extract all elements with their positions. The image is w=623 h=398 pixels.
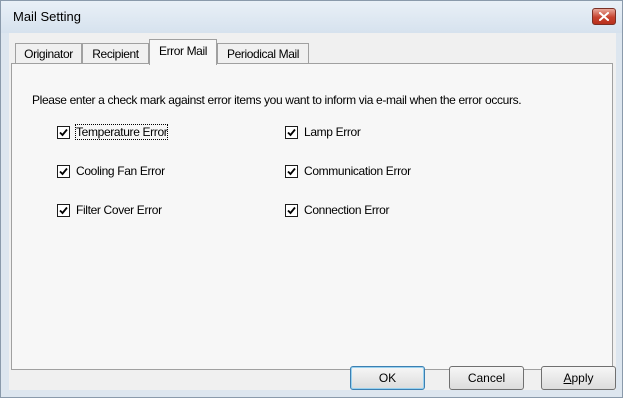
checkbox-box[interactable] <box>285 204 298 217</box>
checkbox-label: Connection Error <box>304 203 390 217</box>
cancel-button[interactable]: Cancel <box>449 366 524 390</box>
close-x-icon <box>599 12 609 21</box>
checkbox-box[interactable] <box>285 126 298 139</box>
title-bar[interactable]: Mail Setting <box>1 1 622 33</box>
checkmark-icon <box>59 128 68 137</box>
dialog-client-area: Originator Recipient Error Mail Periodic… <box>9 33 616 390</box>
tab-strip: Originator Recipient Error Mail Periodic… <box>9 39 616 65</box>
instruction-text: Please enter a check mark against error … <box>32 93 522 107</box>
tab-label: Recipient <box>92 47 139 61</box>
apply-button[interactable]: Apply <box>541 366 616 390</box>
checkbox-box[interactable] <box>57 126 70 139</box>
checkbox-label: Filter Cover Error <box>76 203 162 217</box>
tab-periodical-mail[interactable]: Periodical Mail <box>217 43 309 64</box>
window-title: Mail Setting <box>13 9 81 24</box>
checkmark-icon <box>287 128 296 137</box>
tab-originator[interactable]: Originator <box>15 43 82 64</box>
tab-label: Periodical Mail <box>226 47 300 61</box>
checkbox-label: Communication Error <box>304 164 411 178</box>
checkbox-box[interactable] <box>285 165 298 178</box>
ok-button[interactable]: OK <box>350 366 425 390</box>
checkbox-label: Temperature Error <box>74 124 169 140</box>
checkmark-icon <box>59 167 68 176</box>
apply-label: pply <box>571 371 594 385</box>
checkbox-box[interactable] <box>57 204 70 217</box>
close-button[interactable] <box>592 8 616 25</box>
checkbox-label: Cooling Fan Error <box>76 164 165 178</box>
checkmark-icon <box>287 206 296 215</box>
checkbox-label: Lamp Error <box>304 125 361 139</box>
tab-recipient[interactable]: Recipient <box>82 43 149 64</box>
apply-mnemonic: A <box>563 371 572 385</box>
checkmark-icon <box>59 206 68 215</box>
checkbox-box[interactable] <box>57 165 70 178</box>
tab-label: Originator <box>24 47 73 61</box>
mail-setting-dialog: Mail Setting Originator Recipient Error … <box>0 0 623 398</box>
tab-error-mail[interactable]: Error Mail <box>149 39 217 65</box>
tab-label: Error Mail <box>158 44 207 58</box>
checkmark-icon <box>287 167 296 176</box>
